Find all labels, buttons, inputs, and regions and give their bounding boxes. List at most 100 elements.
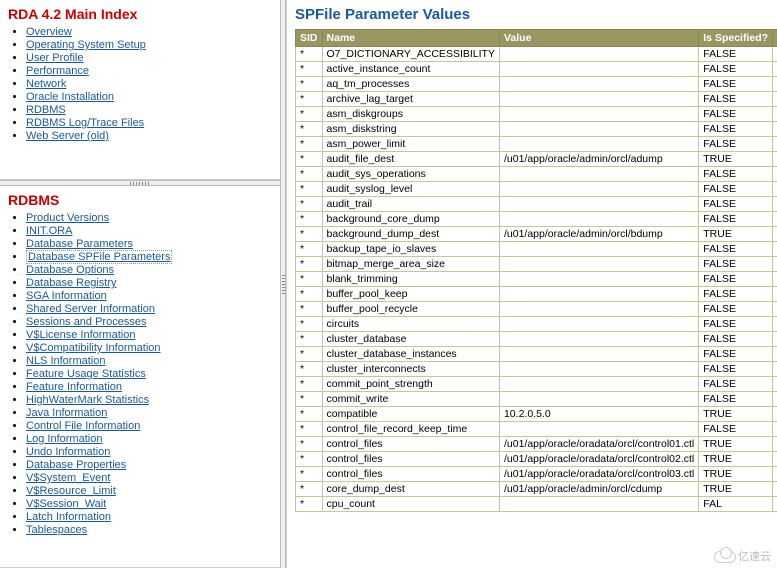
nav-link[interactable]: Latch Information (26, 511, 111, 523)
nav-link[interactable]: Log Information (26, 433, 102, 445)
table-row[interactable]: *compatible10.2.0.5.0TRUE1 (296, 407, 777, 422)
table-row[interactable]: *O7_DICTIONARY_ACCESSIBILITYFALSE0 (296, 47, 777, 62)
table-row[interactable]: *archive_lag_targetFALSE0 (296, 92, 777, 107)
cell-spec: FALSE (699, 377, 773, 392)
nav-link[interactable]: V$Session_Wait (26, 498, 106, 510)
cell-sid: * (296, 377, 323, 392)
nav-link[interactable]: INIT.ORA (26, 225, 72, 237)
cell-sid: * (296, 332, 323, 347)
nav-link[interactable]: RDBMS (26, 104, 66, 116)
table-row[interactable]: *background_dump_dest/u01/app/oracle/adm… (296, 227, 777, 242)
nav-link[interactable]: Database Parameters (26, 238, 133, 250)
table-row[interactable]: *asm_diskgroupsFALSE0 (296, 107, 777, 122)
nav-link[interactable]: Performance (26, 65, 89, 77)
table-row[interactable]: *asm_diskstringFALSE0 (296, 122, 777, 137)
table-row[interactable]: *buffer_pool_keepFALSE0 (296, 287, 777, 302)
table-row[interactable]: *active_instance_countFALSE0 (296, 62, 777, 77)
column-header[interactable]: SID (296, 30, 323, 47)
cell-value: /u01/app/oracle/admin/orcl/bdump (499, 227, 698, 242)
nav-link[interactable]: SGA Information (26, 290, 107, 302)
nav-link[interactable]: RDBMS Log/Trace Files (26, 117, 144, 129)
column-header[interactable]: Value (499, 30, 698, 47)
table-row[interactable]: *background_core_dumpFALSE0 (296, 212, 777, 227)
cell-name: control_file_record_keep_time (322, 422, 499, 437)
cell-sid: * (296, 407, 323, 422)
table-row[interactable]: *commit_point_strengthFALSE0 (296, 377, 777, 392)
nav-link[interactable]: Database SPFile Parameters (26, 250, 172, 264)
nav-link[interactable]: V$License Information (26, 329, 135, 341)
nav-link[interactable]: Database Properties (26, 459, 126, 471)
table-row[interactable]: *audit_file_dest/u01/app/oracle/admin/or… (296, 152, 777, 167)
table-row[interactable]: *control_file_record_keep_timeFALSE0 (296, 422, 777, 437)
cell-spec: FALSE (699, 212, 773, 227)
nav-link[interactable]: V$Compatibility Information (26, 342, 161, 354)
rdbms-item: Database Options (26, 264, 280, 276)
nav-link[interactable]: Product Versions (26, 212, 109, 224)
table-row[interactable]: *control_files/u01/app/oracle/oradata/or… (296, 467, 777, 482)
nav-link[interactable]: NLS Information (26, 355, 105, 367)
cell-value (499, 107, 698, 122)
nav-link[interactable]: Tablespaces (26, 524, 87, 536)
cell-value (499, 377, 698, 392)
rdbms-item: V$License Information (26, 329, 280, 341)
nav-link[interactable]: V$Resource_Limit (26, 485, 116, 497)
table-row[interactable]: *commit_writeFALSE0 (296, 392, 777, 407)
table-row[interactable]: *backup_tape_io_slavesFALSE0 (296, 242, 777, 257)
table-row[interactable]: *circuitsFALSE0 (296, 317, 777, 332)
nav-link[interactable]: Shared Server Information (26, 303, 155, 315)
table-row[interactable]: *cluster_databaseFALSE0 (296, 332, 777, 347)
cell-spec: FALSE (699, 167, 773, 182)
table-row[interactable]: *bitmap_merge_area_sizeFALSE0 (296, 257, 777, 272)
table-row[interactable]: *audit_trailFALSE0 (296, 197, 777, 212)
rdbms-pane: RDBMS Product VersionsINIT.ORADatabase P… (0, 186, 280, 568)
cell-sid: * (296, 182, 323, 197)
cell-value (499, 167, 698, 182)
cell-ord: 0 (773, 317, 777, 332)
nav-link[interactable]: V$System_Event (26, 472, 110, 484)
cell-sid: * (296, 122, 323, 137)
vertical-splitter[interactable] (280, 0, 286, 568)
table-row[interactable]: *control_files/u01/app/oracle/oradata/or… (296, 452, 777, 467)
cell-sid: * (296, 137, 323, 152)
table-row[interactable]: *cluster_interconnectsFALSE0 (296, 362, 777, 377)
nav-link[interactable]: Feature Usage Statistics (26, 368, 146, 380)
nav-link[interactable]: Feature Information (26, 381, 122, 393)
nav-link[interactable]: Operating System Setup (26, 39, 146, 51)
cell-value: /u01/app/oracle/admin/orcl/adump (499, 152, 698, 167)
cell-spec: FALSE (699, 302, 773, 317)
table-row[interactable]: *blank_trimmingFALSE0 (296, 272, 777, 287)
table-row[interactable]: *cpu_countFAL (296, 497, 777, 512)
cell-spec: FALSE (699, 242, 773, 257)
nav-link[interactable]: Database Options (26, 264, 114, 276)
nav-link[interactable]: Overview (26, 26, 72, 38)
horizontal-splitter[interactable] (0, 180, 280, 186)
table-row[interactable]: *audit_syslog_levelFALSE0 (296, 182, 777, 197)
cell-value (499, 62, 698, 77)
column-header[interactable]: Ordinal (773, 30, 777, 47)
cell-ord: 0 (773, 347, 777, 362)
nav-link[interactable]: Database Registry (26, 277, 117, 289)
column-header[interactable]: Name (322, 30, 499, 47)
rdbms-item: Feature Usage Statistics (26, 368, 280, 380)
table-row[interactable]: *cluster_database_instancesFALSE0 (296, 347, 777, 362)
cell-spec: FALSE (699, 392, 773, 407)
nav-link[interactable]: HighWaterMark Statistics (26, 394, 149, 406)
cell-sid: * (296, 197, 323, 212)
nav-link[interactable]: Undo Information (26, 446, 110, 458)
nav-link[interactable]: Sessions and Processes (26, 316, 146, 328)
table-row[interactable]: *audit_sys_operationsFALSE0 (296, 167, 777, 182)
table-row[interactable]: *aq_tm_processesFALSE0 (296, 77, 777, 92)
nav-link[interactable]: Control File Information (26, 420, 140, 432)
table-row[interactable]: *control_files/u01/app/oracle/oradata/or… (296, 437, 777, 452)
table-row[interactable]: *buffer_pool_recycleFALSE0 (296, 302, 777, 317)
rdbms-item: Database Registry (26, 277, 280, 289)
nav-link[interactable]: Web Server (old) (26, 130, 109, 142)
main-index-item: Overview (26, 26, 280, 38)
column-header[interactable]: Is Specified? (699, 30, 773, 47)
nav-link[interactable]: User Profile (26, 52, 83, 64)
nav-link[interactable]: Oracle Installation (26, 91, 114, 103)
nav-link[interactable]: Java Information (26, 407, 107, 419)
table-row[interactable]: *core_dump_dest/u01/app/oracle/admin/orc… (296, 482, 777, 497)
table-row[interactable]: *asm_power_limitFALSE0 (296, 137, 777, 152)
nav-link[interactable]: Network (26, 78, 66, 90)
